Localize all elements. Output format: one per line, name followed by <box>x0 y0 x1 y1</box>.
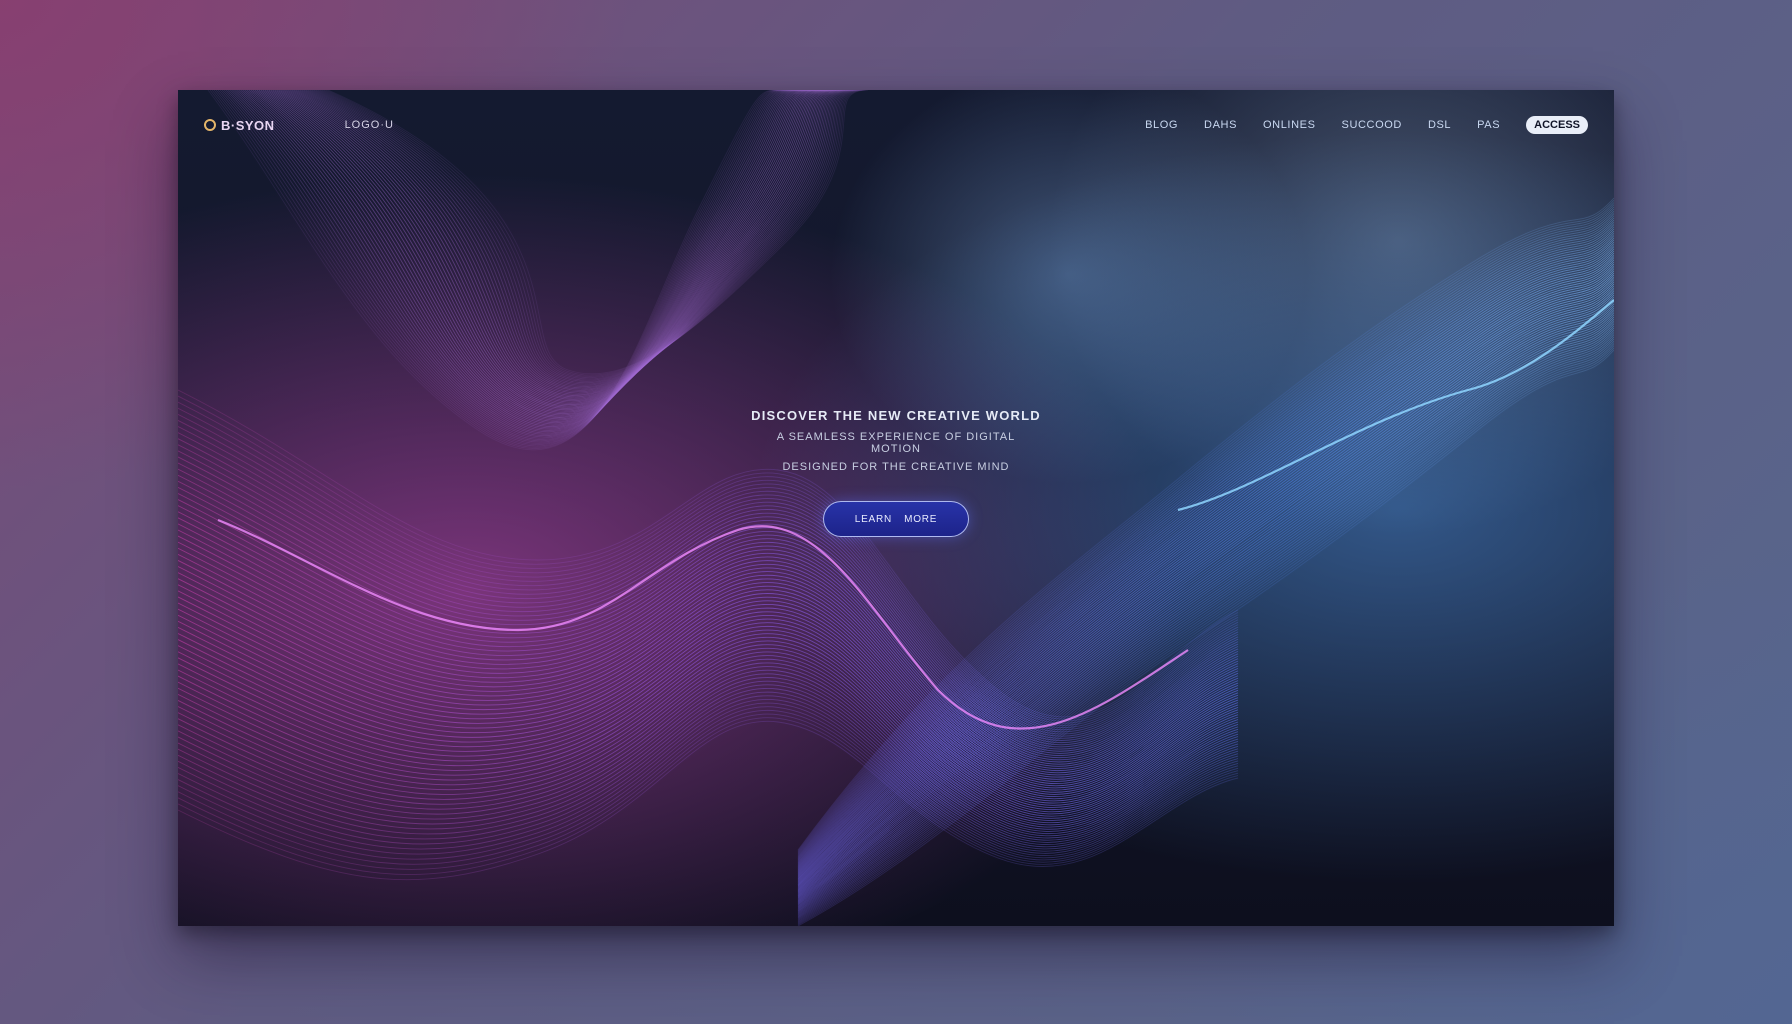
secondary-nav-link[interactable]: LOGO·U <box>345 119 394 131</box>
brand-logo[interactable]: B·SYON <box>204 118 275 133</box>
nav-access-button[interactable]: ACCESS <box>1526 116 1588 134</box>
hero-content: DISCOVER THE NEW CREATIVE WORLD A SEAMLE… <box>178 408 1614 537</box>
hero-cta-label-secondary: MORE <box>904 513 938 525</box>
nav-item-1[interactable]: BLOG <box>1145 119 1178 131</box>
hero-subtitle-secondary: DESIGNED FOR THE CREATIVE MIND <box>782 461 1010 473</box>
main-menu: BLOG DAHS ONLINES SUCCOOD DSL PAS ACCESS <box>1145 116 1588 134</box>
hero-frame: B·SYON LOGO·U BLOG DAHS ONLINES SUCCOOD … <box>178 90 1614 926</box>
logo-ring-icon <box>204 119 216 131</box>
hero-title: DISCOVER THE NEW CREATIVE WORLD <box>751 408 1041 423</box>
nav-item-2[interactable]: DAHS <box>1204 119 1237 131</box>
nav-item-4[interactable]: SUCCOOD <box>1342 119 1402 131</box>
hero-cta-button[interactable]: LEARN MORE <box>823 501 969 537</box>
top-navigation: B·SYON LOGO·U BLOG DAHS ONLINES SUCCOOD … <box>178 90 1614 160</box>
hero-subtitle: A SEAMLESS EXPERIENCE OF DIGITAL MOTION <box>776 431 1016 455</box>
nav-item-3[interactable]: ONLINES <box>1263 119 1316 131</box>
hero-cta-label: LEARN <box>854 513 893 525</box>
nav-item-6[interactable]: PAS <box>1477 119 1500 131</box>
nav-item-5[interactable]: DSL <box>1428 119 1451 131</box>
brand-name: B·SYON <box>221 117 275 133</box>
